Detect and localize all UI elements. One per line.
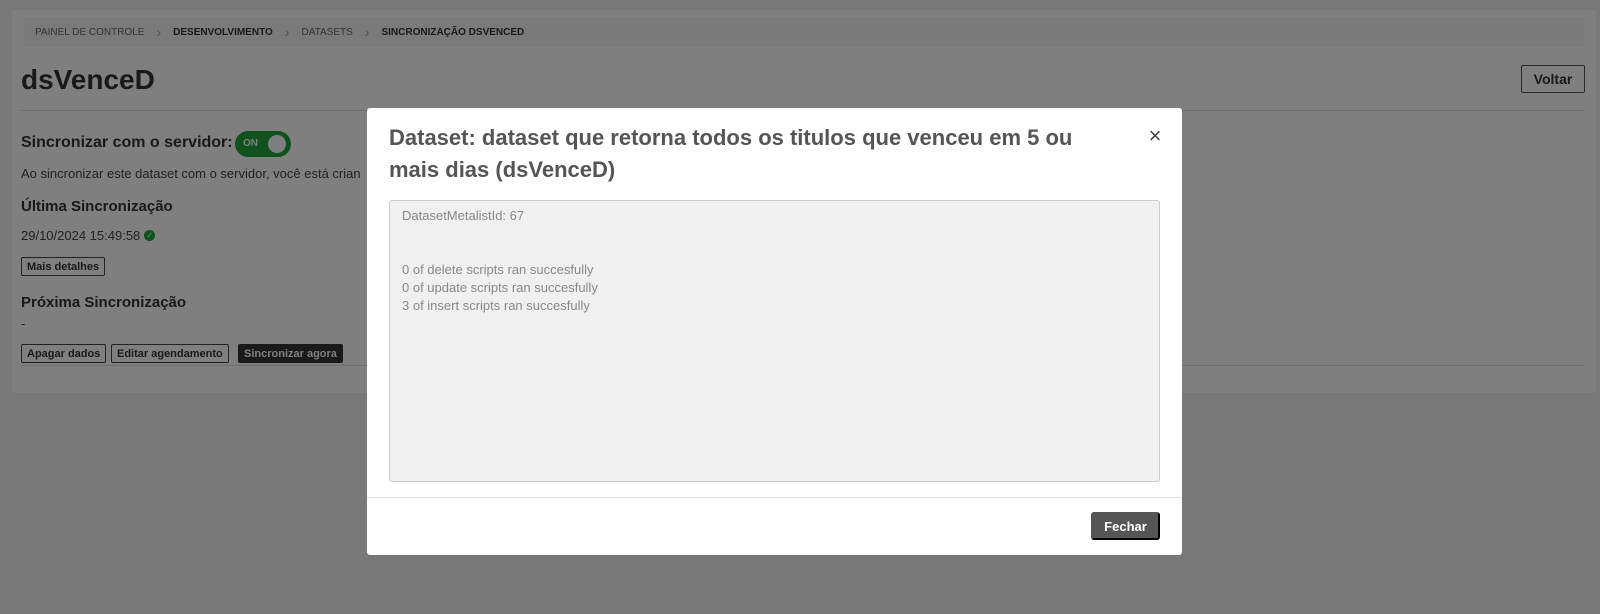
sync-log-textarea[interactable]: DatasetMetalistId: 67 0 of delete script… [389, 200, 1160, 482]
close-icon[interactable]: × [1145, 125, 1165, 147]
log-line: 0 of delete scripts ran succesfully [402, 262, 594, 277]
log-line-id: DatasetMetalistId: 67 [402, 208, 525, 223]
log-spacer [402, 225, 1147, 261]
close-button[interactable]: Fechar [1091, 512, 1160, 540]
log-line: 0 of update scripts ran succesfully [402, 280, 598, 295]
modal-footer-divider [367, 497, 1182, 498]
modal-title: Dataset: dataset que retorna todos os ti… [389, 125, 1073, 182]
sync-details-modal: Dataset: dataset que retorna todos os ti… [367, 108, 1182, 555]
log-line: 3 of insert scripts ran succesfully [402, 298, 590, 313]
